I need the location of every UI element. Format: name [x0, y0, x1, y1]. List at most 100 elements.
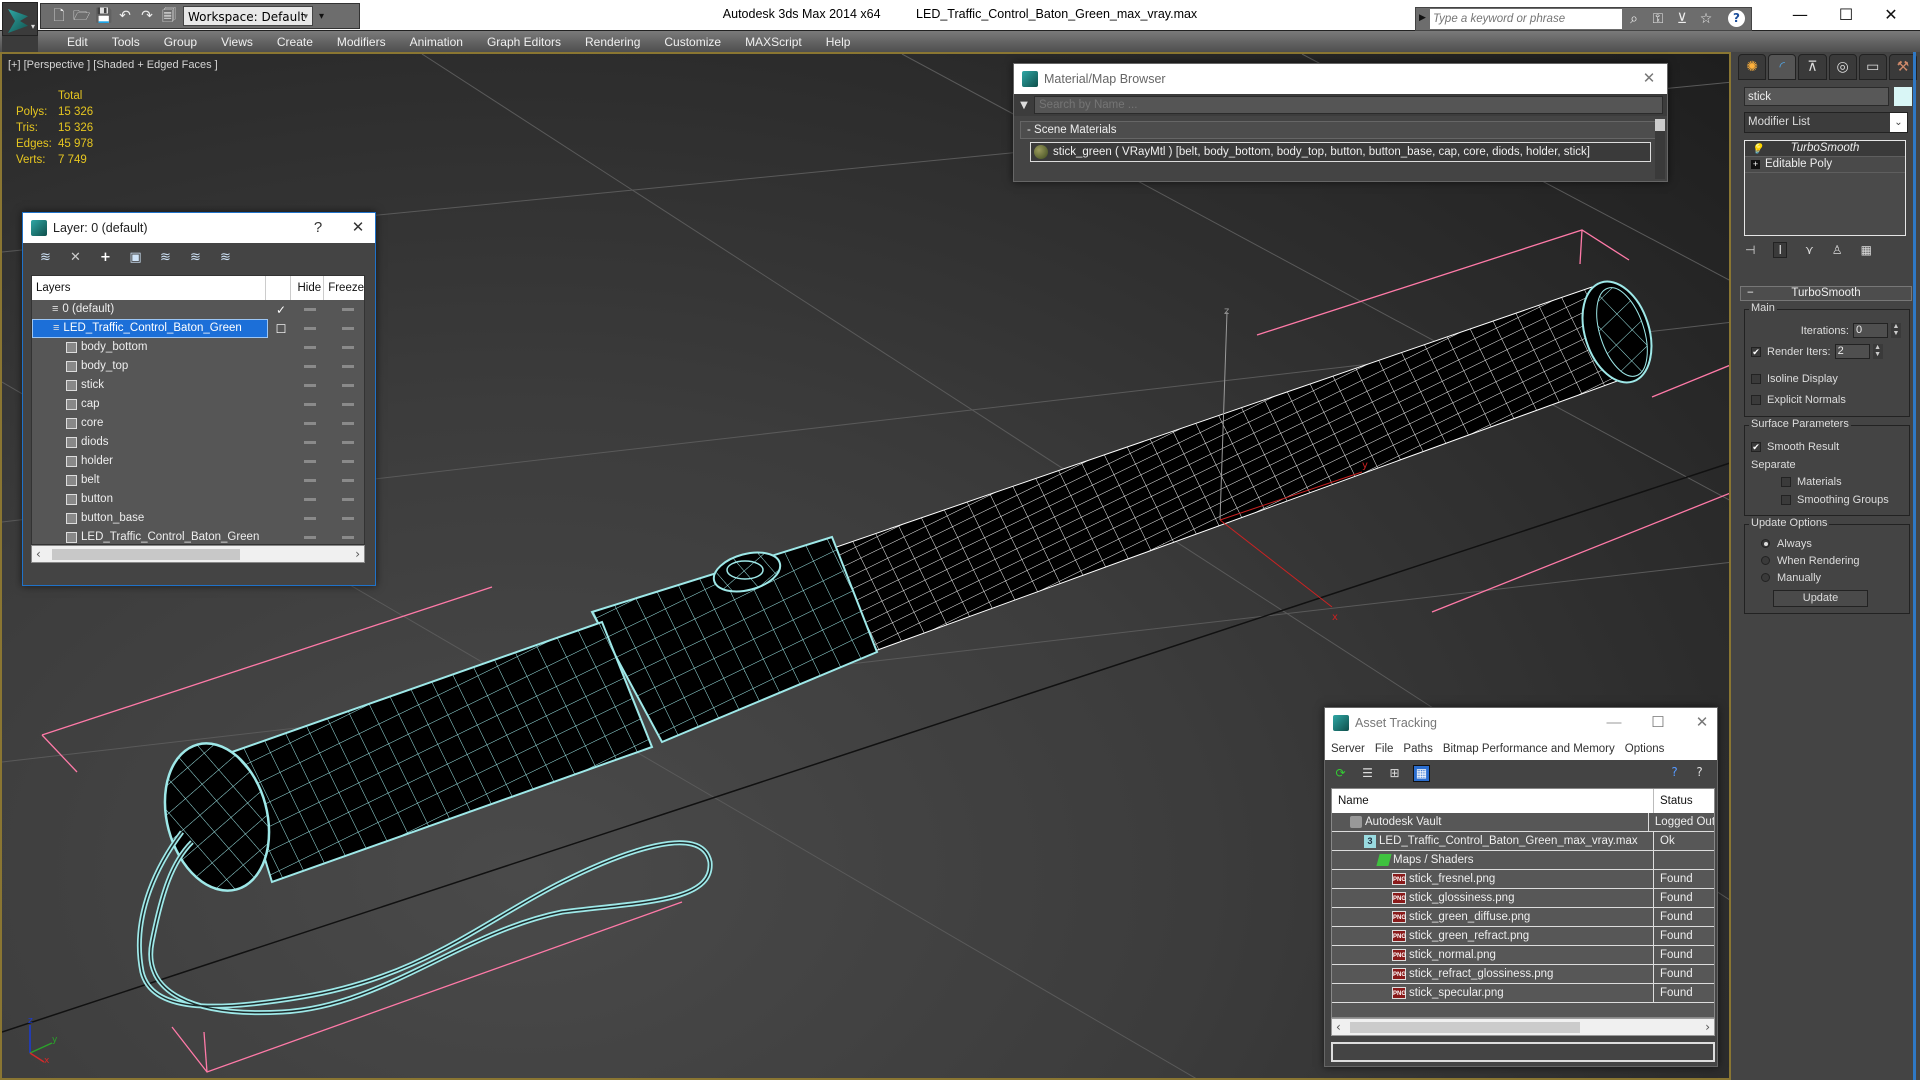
hide-toggle[interactable] — [304, 308, 316, 311]
layer-object-row[interactable]: button — [32, 490, 364, 509]
scrollbar-thumb[interactable] — [52, 549, 240, 560]
rollout-header[interactable]: − TurboSmooth — [1740, 286, 1912, 301]
help-globe-icon[interactable]: ? — [1667, 765, 1682, 780]
workspace-dropdown[interactable]: Workspace: Default ▾ — [183, 6, 313, 26]
select-objects-icon[interactable]: ▣ — [127, 250, 144, 265]
hide-toggle[interactable] — [304, 384, 316, 387]
select-layer-icon[interactable]: ≋ — [157, 250, 174, 265]
scene-materials-group[interactable]: - Scene Materials — [1020, 121, 1657, 139]
hide-toggle[interactable] — [304, 536, 316, 539]
modifier-list-dropdown[interactable]: Modifier List ⌄ — [1744, 112, 1908, 133]
maximize-button[interactable]: ☐ — [1828, 4, 1864, 26]
menu-edit[interactable]: Edit — [55, 34, 100, 50]
maximize-button[interactable]: ☐ — [1643, 708, 1673, 738]
viewport-label[interactable]: [+] [Perspective ] [Shaded + Edged Faces… — [8, 59, 218, 71]
browser-options-icon[interactable]: ▼ — [1014, 100, 1034, 111]
layer-row-default[interactable]: ≡ 0 (default) ✓ — [32, 300, 364, 319]
freeze-toggle[interactable] — [342, 308, 354, 311]
menu-maxscript[interactable]: MAXScript — [733, 34, 814, 50]
modify-tab-icon[interactable]: ◜ — [1768, 54, 1797, 80]
layer-row-baton[interactable]: − ≡LED_Traffic_Control_Baton_Green ☐ — [32, 319, 364, 338]
asset-path-field[interactable] — [1331, 1042, 1715, 1062]
motion-tab-icon[interactable]: ◎ — [1828, 54, 1857, 80]
create-layer-icon[interactable]: ≋ — [37, 250, 54, 265]
stick-mesh[interactable] — [821, 286, 1643, 653]
expand-search-icon[interactable]: ▶ — [1419, 13, 1426, 23]
star-icon[interactable]: ☆ — [1698, 10, 1714, 28]
highlight-layer-icon[interactable]: ≋ — [187, 250, 204, 265]
freeze-toggle[interactable] — [342, 536, 354, 539]
menu-create[interactable]: Create — [265, 34, 325, 50]
undo-icon[interactable]: ↶ — [117, 8, 133, 24]
hide-toggle[interactable] — [304, 498, 316, 501]
hide-toggle[interactable] — [304, 327, 316, 330]
horizontal-scrollbar[interactable]: ‹ › — [31, 545, 365, 563]
create-tab-icon[interactable]: ✺ — [1738, 54, 1767, 80]
menu-animation[interactable]: Animation — [398, 34, 475, 50]
menu-help[interactable]: Help — [814, 34, 863, 50]
layer-settings-icon[interactable]: ≋ — [217, 250, 234, 265]
menu-options[interactable]: Options — [1625, 738, 1665, 760]
minimize-button[interactable]: — — [1782, 4, 1818, 26]
menu-server[interactable]: Server — [1331, 738, 1365, 760]
asset-row[interactable]: PNG stick_glossiness.png Found — [1332, 889, 1714, 908]
asset-row[interactable]: 3 LED_Traffic_Control_Baton_Green_max_vra… — [1332, 832, 1714, 851]
open-folder-icon[interactable]: 🗁 — [73, 8, 90, 24]
close-button[interactable]: ✕ — [1687, 708, 1717, 738]
freeze-toggle[interactable] — [342, 498, 354, 501]
asset-row[interactable]: PNG stick_specular.png Found — [1332, 984, 1714, 1003]
vertical-scrollbar[interactable] — [1655, 119, 1665, 179]
layer-object-row[interactable]: core — [32, 414, 364, 433]
scroll-right-icon[interactable]: › — [1705, 1019, 1710, 1035]
redo-icon[interactable]: ↷ — [139, 8, 155, 24]
scroll-right-icon[interactable]: › — [355, 546, 360, 562]
menu-rendering[interactable]: Rendering — [573, 34, 652, 50]
layer-object-row[interactable]: button_base — [32, 509, 364, 528]
hide-toggle[interactable] — [304, 441, 316, 444]
freeze-toggle[interactable] — [342, 479, 354, 482]
menu-group[interactable]: Group — [152, 34, 209, 50]
freeze-toggle[interactable] — [342, 346, 354, 349]
layer-object-row[interactable]: stick — [32, 376, 364, 395]
horizontal-scrollbar[interactable]: ‹ › — [1331, 1018, 1715, 1036]
isoline-checkbox[interactable] — [1751, 373, 1761, 384]
show-end-result-icon[interactable]: Ⅰ — [1773, 242, 1787, 258]
menu-tools[interactable]: Tools — [100, 34, 152, 50]
iterations-spinner[interactable]: 0 — [1853, 323, 1888, 338]
lightbulb-icon[interactable]: 💡 — [1751, 142, 1763, 157]
hide-toggle[interactable] — [304, 479, 316, 482]
spinner-arrows-icon[interactable]: ▲ ▼ — [1891, 323, 1901, 338]
freeze-toggle[interactable] — [342, 460, 354, 463]
menu-file[interactable]: File — [1375, 738, 1394, 760]
make-unique-icon[interactable]: ⋎ — [1805, 243, 1814, 257]
menu-bitmap-performance[interactable]: Bitmap Performance and Memory — [1443, 738, 1615, 760]
app-menu-button[interactable]: ▾ — [2, 2, 38, 36]
column-name[interactable]: Name — [1332, 789, 1654, 813]
layer-object-row[interactable]: belt — [32, 471, 364, 490]
close-button[interactable]: ✕ — [1634, 64, 1664, 94]
hide-toggle[interactable] — [304, 365, 316, 368]
asset-row[interactable]: Maps / Shaders — [1332, 851, 1714, 870]
spinner-arrows-icon[interactable]: ▲ ▼ — [1872, 344, 1883, 359]
layer-object-row[interactable]: body_bottom — [32, 338, 364, 357]
hide-toggle[interactable] — [304, 403, 316, 406]
explicit-normals-checkbox[interactable] — [1751, 394, 1761, 405]
freeze-toggle[interactable] — [342, 422, 354, 425]
body-bottom-mesh[interactable] — [230, 620, 654, 884]
asset-row[interactable]: Autodesk Vault Logged Out — [1332, 813, 1714, 832]
asset-row[interactable]: PNG stick_green_diffuse.png Found — [1332, 908, 1714, 927]
layer-object-row[interactable]: cap — [32, 395, 364, 414]
binoculars-icon[interactable]: ⌕ — [1626, 10, 1642, 28]
menu-graph-editors[interactable]: Graph Editors — [475, 34, 573, 50]
smooth-result-checkbox[interactable]: ✔ — [1751, 441, 1761, 452]
freeze-toggle[interactable] — [342, 365, 354, 368]
scroll-left-icon[interactable]: ‹ — [1336, 1019, 1341, 1035]
close-button[interactable]: ✕ — [1873, 4, 1909, 26]
column-status[interactable]: Status — [1654, 789, 1693, 813]
manually-radio[interactable] — [1761, 573, 1770, 582]
expand-icon[interactable]: + — [1751, 160, 1760, 169]
scrollbar-thumb[interactable] — [1655, 119, 1665, 131]
display-tab-icon[interactable]: ▭ — [1858, 54, 1887, 80]
key-icon[interactable]: ⚿ — [1650, 10, 1666, 28]
new-file-icon[interactable]: 🗋 — [51, 8, 67, 24]
